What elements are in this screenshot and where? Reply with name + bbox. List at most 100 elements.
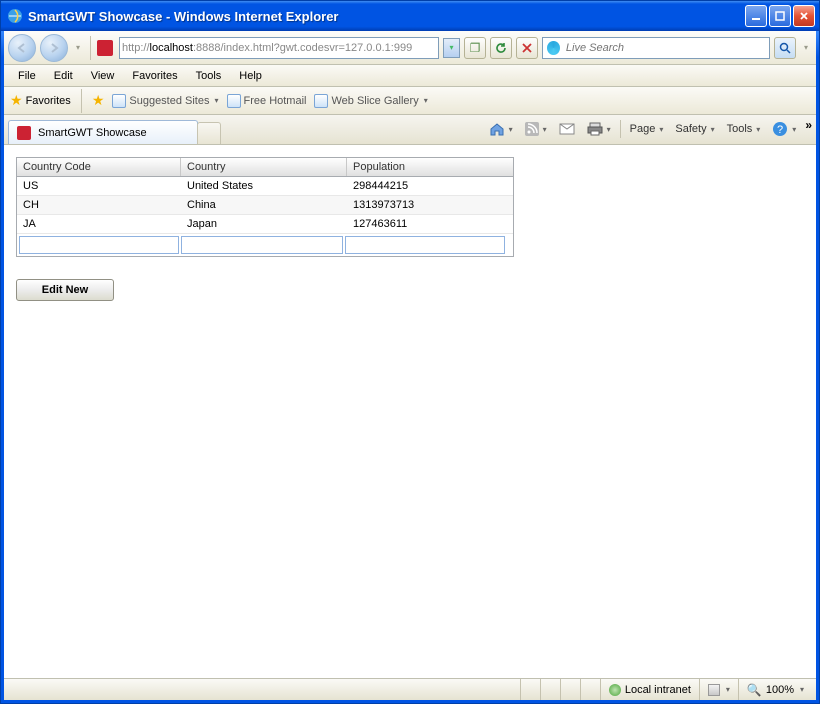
window-title: SmartGWT Showcase - Windows Internet Exp… bbox=[28, 9, 745, 24]
free-hotmail-label: Free Hotmail bbox=[244, 95, 307, 107]
printer-icon bbox=[587, 122, 603, 136]
home-icon bbox=[489, 122, 505, 136]
favorites-bar: ★ Favorites ★ Suggested Sites ▾ Free Hot… bbox=[4, 87, 816, 115]
chevron-down-icon: ▾ bbox=[607, 125, 611, 134]
page-menu[interactable]: Page▾ bbox=[627, 121, 667, 137]
suggested-sites-link[interactable]: Suggested Sites ▾ bbox=[112, 94, 218, 108]
web-slice-gallery-link[interactable]: Web Slice Gallery ▾ bbox=[314, 94, 427, 108]
address-bar[interactable]: http://localhost:8888/index.html?gwt.cod… bbox=[119, 37, 439, 59]
shield-icon bbox=[708, 684, 720, 696]
grid-header-population[interactable]: Population bbox=[347, 158, 513, 176]
back-button[interactable] bbox=[8, 34, 36, 62]
search-box[interactable] bbox=[542, 37, 770, 59]
search-button[interactable] bbox=[774, 37, 796, 59]
cell-country: Japan bbox=[181, 215, 347, 233]
cell-code: JA bbox=[17, 215, 181, 233]
tools-menu[interactable]: Tools▾ bbox=[724, 121, 764, 137]
new-tab-button[interactable] bbox=[197, 122, 221, 144]
menu-tools[interactable]: Tools bbox=[188, 68, 230, 84]
compat-view-button[interactable]: ❐ bbox=[464, 37, 486, 59]
help-menu[interactable]: ? ▾ bbox=[769, 119, 799, 139]
tab-site-icon bbox=[17, 126, 31, 140]
tab-title: SmartGWT Showcase bbox=[38, 127, 147, 139]
chevron-down-icon: ▾ bbox=[543, 125, 547, 134]
grid-row[interactable]: CH China 1313973713 bbox=[17, 196, 513, 215]
zoom-value: 100% bbox=[766, 684, 794, 696]
safety-menu[interactable]: Safety▾ bbox=[672, 121, 717, 137]
browser-tab[interactable]: SmartGWT Showcase bbox=[8, 120, 198, 144]
site-icon bbox=[97, 40, 113, 56]
toolbar-overflow[interactable]: » bbox=[805, 118, 812, 140]
ie-page-icon bbox=[112, 94, 126, 108]
ie-page-icon bbox=[227, 94, 241, 108]
chevron-down-icon: ▾ bbox=[215, 96, 219, 105]
favorites-button[interactable]: ★ Favorites bbox=[10, 92, 71, 109]
cell-population: 127463611 bbox=[347, 215, 513, 233]
menu-bar: File Edit View Favorites Tools Help bbox=[4, 65, 816, 87]
feeds-button[interactable]: ▾ bbox=[522, 120, 550, 138]
ie-window: SmartGWT Showcase - Windows Internet Exp… bbox=[0, 0, 820, 704]
menu-view[interactable]: View bbox=[83, 68, 123, 84]
forward-button[interactable] bbox=[40, 34, 68, 62]
cell-country: United States bbox=[181, 177, 347, 195]
refresh-button[interactable] bbox=[490, 37, 512, 59]
security-zone[interactable]: Local intranet bbox=[600, 679, 699, 700]
chevron-down-icon: ▾ bbox=[800, 685, 804, 694]
help-icon: ? bbox=[772, 121, 788, 137]
cell-country: China bbox=[181, 196, 347, 214]
edit-population-input[interactable] bbox=[345, 236, 505, 254]
chevron-down-icon: ▾ bbox=[659, 125, 663, 134]
separator bbox=[620, 120, 621, 138]
stop-button[interactable] bbox=[516, 37, 538, 59]
search-dropdown[interactable]: ▾ bbox=[800, 43, 812, 52]
grid-header-code[interactable]: Country Code bbox=[17, 158, 181, 176]
navigation-toolbar: ▾ http://localhost:8888/index.html?gwt.c… bbox=[4, 31, 816, 65]
bing-icon bbox=[547, 41, 560, 55]
zoom-control[interactable]: 🔍 100% ▾ bbox=[738, 679, 812, 700]
svg-text:?: ? bbox=[777, 124, 783, 136]
edit-country-input[interactable] bbox=[181, 236, 343, 254]
print-button[interactable]: ▾ bbox=[584, 120, 614, 138]
cell-population: 1313973713 bbox=[347, 196, 513, 214]
grid-header-country[interactable]: Country bbox=[181, 158, 347, 176]
window-maximize-button[interactable] bbox=[769, 5, 791, 27]
protected-mode[interactable]: ▾ bbox=[699, 679, 738, 700]
nav-history-dropdown[interactable]: ▾ bbox=[72, 43, 84, 52]
address-text: http://localhost:8888/index.html?gwt.cod… bbox=[122, 42, 436, 54]
favorites-label: Favorites bbox=[26, 95, 71, 107]
status-bar: Local intranet ▾ 🔍 100% ▾ bbox=[4, 678, 816, 700]
edit-new-button[interactable]: Edit New bbox=[16, 279, 114, 301]
menu-file[interactable]: File bbox=[10, 68, 44, 84]
country-grid: Country Code Country Population US Unite… bbox=[16, 157, 514, 257]
page-content: Country Code Country Population US Unite… bbox=[4, 145, 816, 678]
home-button[interactable]: ▾ bbox=[486, 120, 516, 138]
edit-code-input[interactable] bbox=[19, 236, 179, 254]
chevron-down-icon: ▾ bbox=[509, 125, 513, 134]
cell-code: CH bbox=[17, 196, 181, 214]
ie-logo-icon bbox=[7, 8, 23, 24]
chevron-down-icon: ▾ bbox=[711, 125, 715, 134]
grid-edit-row bbox=[17, 234, 513, 256]
search-input[interactable] bbox=[564, 41, 765, 55]
menu-help[interactable]: Help bbox=[231, 68, 270, 84]
chevron-down-icon: ▾ bbox=[756, 125, 760, 134]
rss-icon bbox=[525, 122, 539, 136]
address-dropdown[interactable]: ▾ bbox=[443, 38, 460, 58]
ie-page-icon bbox=[314, 94, 328, 108]
free-hotmail-link[interactable]: Free Hotmail bbox=[227, 94, 307, 108]
read-mail-button[interactable] bbox=[556, 121, 578, 137]
add-favorite-button[interactable]: ★ bbox=[92, 92, 105, 109]
chevron-down-icon: ▾ bbox=[726, 685, 730, 694]
globe-icon bbox=[609, 684, 621, 696]
window-close-button[interactable] bbox=[793, 5, 815, 27]
separator bbox=[90, 36, 91, 60]
window-minimize-button[interactable] bbox=[745, 5, 767, 27]
mail-icon bbox=[559, 123, 575, 135]
grid-row[interactable]: US United States 298444215 bbox=[17, 177, 513, 196]
menu-favorites[interactable]: Favorites bbox=[124, 68, 185, 84]
menu-edit[interactable]: Edit bbox=[46, 68, 81, 84]
web-slice-label: Web Slice Gallery bbox=[331, 95, 418, 107]
grid-row[interactable]: JA Japan 127463611 bbox=[17, 215, 513, 234]
zone-label: Local intranet bbox=[625, 684, 691, 696]
chevron-down-icon: ▾ bbox=[424, 96, 428, 105]
